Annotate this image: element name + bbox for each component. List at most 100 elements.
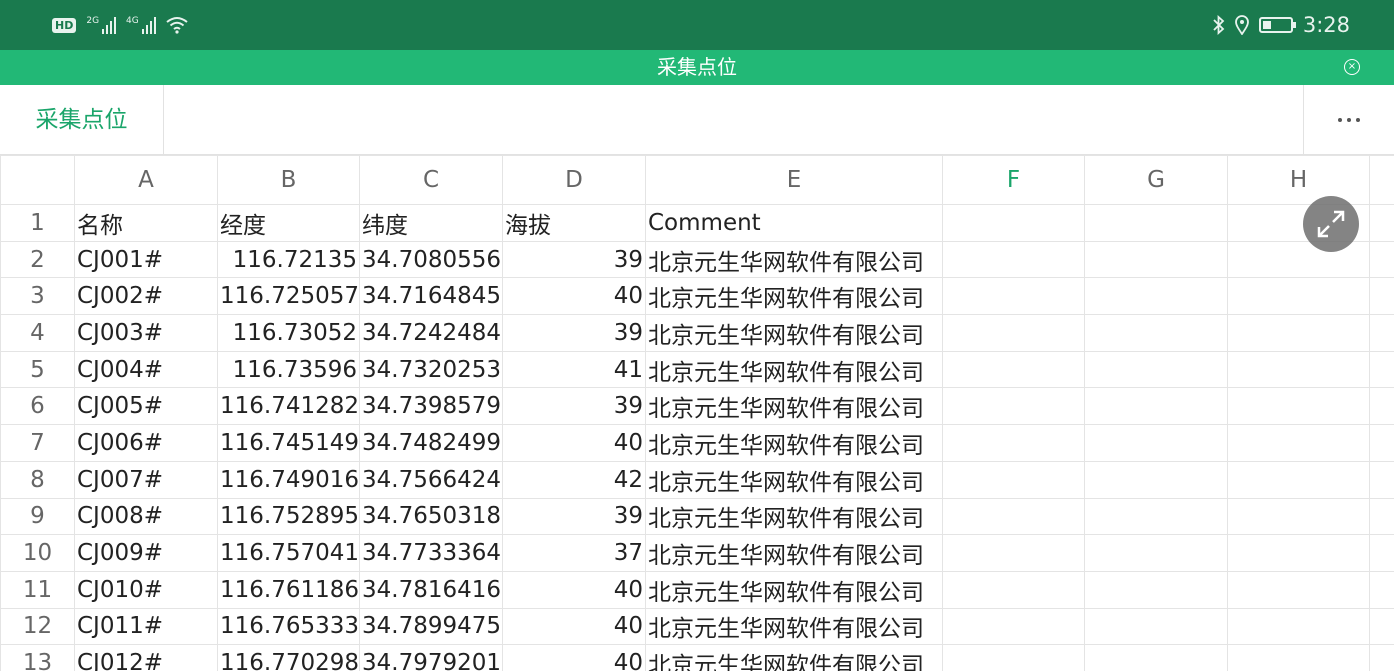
cell-b[interactable]: 116.757041: [217, 534, 360, 572]
cell-e[interactable]: 北京元生华网软件有限公司: [645, 350, 943, 389]
cell-b[interactable]: 116.752895: [217, 497, 360, 536]
column-header[interactable]: C: [359, 155, 503, 205]
cell-h[interactable]: [1227, 240, 1370, 279]
column-header[interactable]: B: [217, 155, 360, 205]
column-header-partial[interactable]: [1369, 155, 1394, 205]
cell-f[interactable]: [942, 387, 1085, 426]
cell-i[interactable]: [1369, 460, 1394, 499]
cell-a[interactable]: CJ003#: [74, 314, 218, 352]
cell-g[interactable]: [1084, 607, 1228, 646]
cell-c[interactable]: 34.7733364: [359, 534, 503, 572]
cell-d[interactable]: 39: [502, 387, 646, 426]
cell-a[interactable]: CJ010#: [74, 570, 218, 609]
cell-i[interactable]: [1369, 497, 1394, 536]
cell-h[interactable]: [1227, 460, 1370, 499]
cell-d[interactable]: 40: [502, 644, 646, 671]
cell-e[interactable]: Comment: [645, 204, 943, 242]
cell-c[interactable]: 34.7242484: [359, 314, 503, 352]
cell-g[interactable]: [1084, 497, 1228, 536]
cell-i[interactable]: [1369, 277, 1394, 316]
cell-e[interactable]: 北京元生华网软件有限公司: [645, 277, 943, 316]
more-button[interactable]: [1303, 85, 1394, 155]
cell-f[interactable]: [942, 204, 1085, 242]
cell-h[interactable]: [1227, 497, 1370, 536]
cell-g[interactable]: [1084, 570, 1228, 609]
cell-e[interactable]: 北京元生华网软件有限公司: [645, 314, 943, 352]
cell-b[interactable]: 经度: [217, 204, 360, 242]
expand-button[interactable]: [1303, 196, 1359, 252]
cell-g[interactable]: [1084, 350, 1228, 389]
cell-d[interactable]: 39: [502, 497, 646, 536]
row-number[interactable]: 7: [0, 424, 75, 462]
cell-c[interactable]: 34.7899475: [359, 607, 503, 646]
cell-i[interactable]: [1369, 570, 1394, 609]
cell-h[interactable]: [1227, 314, 1370, 352]
cell-e[interactable]: 北京元生华网软件有限公司: [645, 534, 943, 572]
cell-f[interactable]: [942, 277, 1085, 316]
row-number[interactable]: 5: [0, 350, 75, 389]
cell-i[interactable]: [1369, 534, 1394, 572]
column-header-active[interactable]: F: [942, 155, 1085, 205]
cell-c[interactable]: 纬度: [359, 204, 503, 242]
cell-f[interactable]: [942, 350, 1085, 389]
cell-g[interactable]: [1084, 314, 1228, 352]
cell-a[interactable]: CJ002#: [74, 277, 218, 316]
cell-a[interactable]: 名称: [74, 204, 218, 242]
cell-a[interactable]: CJ005#: [74, 387, 218, 426]
close-icon[interactable]: ×: [1344, 59, 1360, 75]
row-number[interactable]: 8: [0, 460, 75, 499]
cell-f[interactable]: [942, 314, 1085, 352]
cell-f[interactable]: [942, 497, 1085, 536]
column-header[interactable]: A: [74, 155, 218, 205]
cell-g[interactable]: [1084, 644, 1228, 671]
cell-f[interactable]: [942, 607, 1085, 646]
cell-a[interactable]: CJ011#: [74, 607, 218, 646]
sheet-tab[interactable]: 采集点位: [0, 85, 164, 155]
cell-i[interactable]: [1369, 240, 1394, 279]
cell-f[interactable]: [942, 570, 1085, 609]
cell-h[interactable]: [1227, 277, 1370, 316]
cell-h[interactable]: [1227, 350, 1370, 389]
corner-cell[interactable]: [0, 155, 75, 205]
cell-f[interactable]: [942, 644, 1085, 671]
cell-b[interactable]: 116.72135: [217, 240, 360, 279]
cell-i[interactable]: [1369, 424, 1394, 462]
cell-d[interactable]: 40: [502, 277, 646, 316]
cell-e[interactable]: 北京元生华网软件有限公司: [645, 607, 943, 646]
row-number[interactable]: 12: [0, 607, 75, 646]
cell-g[interactable]: [1084, 204, 1228, 242]
row-number[interactable]: 2: [0, 240, 75, 279]
cell-b[interactable]: 116.761186: [217, 570, 360, 609]
cell-d[interactable]: 40: [502, 570, 646, 609]
row-number[interactable]: 13: [0, 644, 75, 671]
cell-i[interactable]: [1369, 644, 1394, 671]
cell-h[interactable]: [1227, 424, 1370, 462]
cell-a[interactable]: CJ007#: [74, 460, 218, 499]
cell-c[interactable]: 34.7164845: [359, 277, 503, 316]
cell-b[interactable]: 116.770298: [217, 644, 360, 671]
cell-g[interactable]: [1084, 534, 1228, 572]
cell-g[interactable]: [1084, 460, 1228, 499]
column-header[interactable]: D: [502, 155, 646, 205]
cell-a[interactable]: CJ006#: [74, 424, 218, 462]
row-number[interactable]: 3: [0, 277, 75, 316]
cell-b[interactable]: 116.725057: [217, 277, 360, 316]
cell-h[interactable]: [1227, 607, 1370, 646]
cell-b[interactable]: 116.73052: [217, 314, 360, 352]
cell-b[interactable]: 116.765333: [217, 607, 360, 646]
cell-h[interactable]: [1227, 387, 1370, 426]
cell-d[interactable]: 39: [502, 314, 646, 352]
cell-a[interactable]: CJ012#: [74, 644, 218, 671]
cell-c[interactable]: 34.7398579: [359, 387, 503, 426]
row-number[interactable]: 9: [0, 497, 75, 536]
cell-d[interactable]: 海拔: [502, 204, 646, 242]
cell-b[interactable]: 116.745149: [217, 424, 360, 462]
cell-c[interactable]: 34.7566424: [359, 460, 503, 499]
cell-e[interactable]: 北京元生华网软件有限公司: [645, 460, 943, 499]
cell-f[interactable]: [942, 424, 1085, 462]
cell-c[interactable]: 34.7320253: [359, 350, 503, 389]
cell-e[interactable]: 北京元生华网软件有限公司: [645, 424, 943, 462]
column-header[interactable]: G: [1084, 155, 1228, 205]
cell-h[interactable]: [1227, 644, 1370, 671]
row-number[interactable]: 10: [0, 534, 75, 572]
